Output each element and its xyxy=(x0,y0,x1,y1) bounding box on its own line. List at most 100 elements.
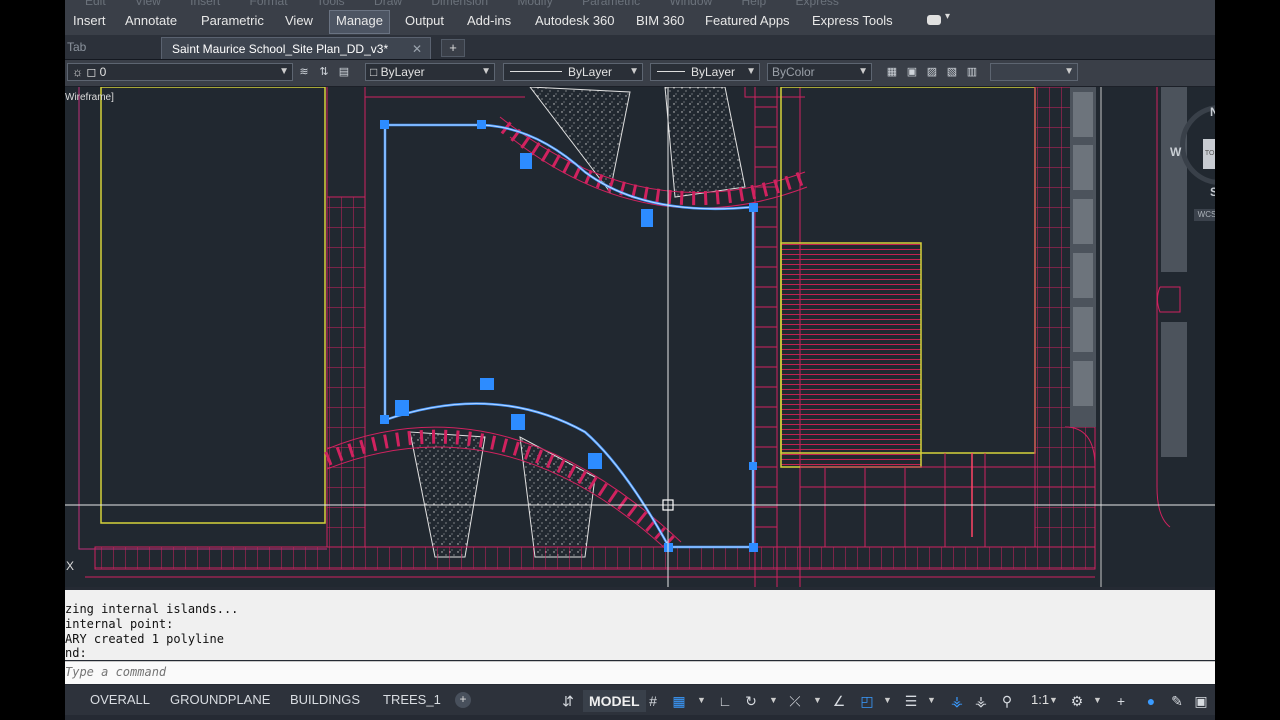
list-icon[interactable]: ▣ xyxy=(905,65,919,79)
planter-top-2 xyxy=(664,87,746,198)
isolate-objects-icon[interactable]: ● xyxy=(1143,693,1159,709)
tab-bim-360[interactable]: BIM 360 xyxy=(630,11,690,33)
drawing-viewport[interactable]: Wireframe] X TOP N W S WCS xyxy=(65,87,1215,587)
building-outline-left xyxy=(100,87,326,524)
file-tab-start[interactable]: Tab xyxy=(65,35,161,59)
layer-properties-icon[interactable]: ▥ xyxy=(965,65,979,79)
layer-dropdown[interactable]: ☼ ◻ 0 ▼ xyxy=(67,63,293,81)
linetype-dropdown[interactable]: ByLayer ▼ xyxy=(503,63,643,81)
quick-select-icon[interactable]: ▧ xyxy=(945,65,959,79)
menu-help[interactable]: Help xyxy=(742,0,767,8)
annotation-monitor-icon[interactable]: + xyxy=(1113,693,1129,709)
chevron-down-icon[interactable]: ▼ xyxy=(1093,695,1102,705)
chevron-down-icon: ▼ xyxy=(1064,66,1074,77)
planter-bottom-1 xyxy=(409,431,486,558)
menu-window[interactable]: Window xyxy=(669,0,712,8)
auto-scale-icon[interactable]: ⚶ xyxy=(973,693,989,709)
visual-style-label[interactable]: Wireframe] xyxy=(65,92,114,103)
menu-parametric[interactable]: Parametric xyxy=(582,0,640,8)
new-tab-button[interactable]: + xyxy=(441,39,465,57)
layout-tab-buildings[interactable]: BUILDINGS xyxy=(290,690,360,710)
add-layout-button[interactable]: + xyxy=(455,692,471,708)
hardware-acceleration-icon[interactable]: ✎ xyxy=(1169,693,1185,709)
plotstyle-value: ByColor xyxy=(772,65,815,79)
tab-featured-apps[interactable]: Featured Apps xyxy=(699,11,796,33)
chevron-down-icon[interactable]: ▼ xyxy=(1049,695,1058,705)
object-snap-icon[interactable]: ◰ xyxy=(859,693,875,709)
menu-insert[interactable]: Insert xyxy=(190,0,220,8)
menu-format[interactable]: Format xyxy=(250,0,288,8)
tab-parametric[interactable]: Parametric xyxy=(195,11,270,33)
layout-tab-trees-1[interactable]: TREES_1 xyxy=(383,690,441,710)
file-tab-label: Saint Maurice School_Site Plan_DD_v3* xyxy=(172,42,389,56)
lineweight-preview xyxy=(657,71,685,73)
color-dropdown[interactable]: □ ByLayer ▼ xyxy=(365,63,495,81)
tab-annotate[interactable]: Annotate xyxy=(119,11,183,33)
layer-previous-icon[interactable]: ⇅ xyxy=(317,65,331,79)
chevron-down-icon[interactable]: ▼ xyxy=(769,695,778,705)
menu-draw[interactable]: Draw xyxy=(374,0,402,8)
ribbon-tab-bar: Edit View Insert Format Tools Draw Dimen… xyxy=(65,0,1215,35)
status-bar: OVERALL GROUNDPLANE BUILDINGS TREES_1 + … xyxy=(65,685,1215,715)
model-space-button[interactable]: MODEL xyxy=(583,690,646,712)
file-tab-active[interactable]: Saint Maurice School_Site Plan_DD_v3* ✕ xyxy=(161,37,431,59)
menu-modify[interactable]: Modify xyxy=(517,0,552,8)
match-properties-icon[interactable]: ▦ xyxy=(885,65,899,79)
paving-strip-left xyxy=(326,196,366,548)
annotation-scale-icon[interactable]: ⚲ xyxy=(999,693,1015,709)
transparency-dropdown[interactable]: ▼ xyxy=(990,63,1078,81)
chevron-down-icon[interactable]: ▼ xyxy=(927,695,936,705)
lineweight-icon[interactable]: ☰ xyxy=(903,693,919,709)
tab-insert[interactable]: Insert xyxy=(67,11,112,33)
annotation-scale-value[interactable]: 1:1 xyxy=(1031,692,1049,707)
chevron-down-icon[interactable]: ▼ xyxy=(813,695,822,705)
compass-south[interactable]: S xyxy=(1210,185,1215,199)
viewcube[interactable]: TOP N W S WCS xyxy=(1170,97,1215,227)
command-history-line: ARY created 1 polyline xyxy=(65,632,224,646)
grid-icon[interactable]: # xyxy=(645,693,661,709)
layout-list-icon[interactable]: ⇵ xyxy=(560,693,576,709)
layer-isolate-icon[interactable]: ▤ xyxy=(337,65,351,79)
command-input[interactable] xyxy=(65,664,665,680)
tab-add-ins[interactable]: Add-ins xyxy=(461,11,517,33)
chevron-down-icon[interactable]: ▼ xyxy=(883,695,892,705)
viewcube-face-top[interactable]: TOP xyxy=(1203,139,1215,169)
compass-north[interactable]: N xyxy=(1210,105,1215,119)
ucs-x-axis-label: X xyxy=(66,559,75,573)
wcs-menu[interactable]: WCS xyxy=(1194,209,1215,221)
menu-tools[interactable]: Tools xyxy=(317,0,345,8)
layout-tab-overall[interactable]: OVERALL xyxy=(90,690,150,710)
compass-west[interactable]: W xyxy=(1170,145,1181,159)
command-history: zing internal islands... internal point:… xyxy=(65,590,1215,660)
close-icon[interactable]: ✕ xyxy=(412,38,422,60)
properties-icon[interactable]: ▨ xyxy=(925,65,939,79)
chevron-down-icon: ▼ xyxy=(279,66,289,77)
menu-dimension[interactable]: Dimension xyxy=(431,0,488,8)
workspace-gear-icon[interactable]: ⚙ xyxy=(1069,693,1085,709)
menu-view[interactable]: View xyxy=(135,0,161,8)
tab-manage[interactable]: Manage xyxy=(329,10,390,34)
layout-tab-groundplane[interactable]: GROUNDPLANE xyxy=(170,690,270,710)
chevron-down-icon: ▾ xyxy=(945,11,951,22)
command-line xyxy=(65,661,1215,684)
chevron-down-icon[interactable]: ▼ xyxy=(697,695,706,705)
menu-edit[interactable]: Edit xyxy=(85,0,106,8)
tab-autodesk-360[interactable]: Autodesk 360 xyxy=(529,11,621,33)
plotstyle-dropdown[interactable]: ByColor ▼ xyxy=(767,63,872,81)
linetype-preview xyxy=(510,71,562,73)
object-snap-tracking-icon[interactable]: ∠ xyxy=(831,693,847,709)
isodraft-icon[interactable]: ⤫ xyxy=(787,693,803,709)
clean-screen-icon[interactable]: ▣ xyxy=(1193,693,1209,709)
lineweight-dropdown[interactable]: ByLayer ▼ xyxy=(650,63,760,81)
ortho-icon[interactable]: ∟ xyxy=(717,693,733,709)
layer-match-icon[interactable]: ≋ xyxy=(297,65,311,79)
polar-tracking-icon[interactable]: ↻ xyxy=(743,693,759,709)
tab-view[interactable]: View xyxy=(279,11,319,33)
tab-express-tools[interactable]: Express Tools xyxy=(806,11,899,33)
menu-express[interactable]: Express xyxy=(796,0,839,8)
snap-icon[interactable]: ▦ xyxy=(671,693,687,709)
tab-output[interactable]: Output xyxy=(399,11,450,33)
annotation-visibility-icon[interactable]: ⚶ xyxy=(949,693,965,709)
properties-toolbar: ☼ ◻ 0 ▼ ≋ ⇅ ▤ □ ByLayer ▼ ByLayer ▼ ByLa… xyxy=(65,60,1215,87)
ribbon-minimize-toggle[interactable]: ▾ xyxy=(927,11,957,27)
